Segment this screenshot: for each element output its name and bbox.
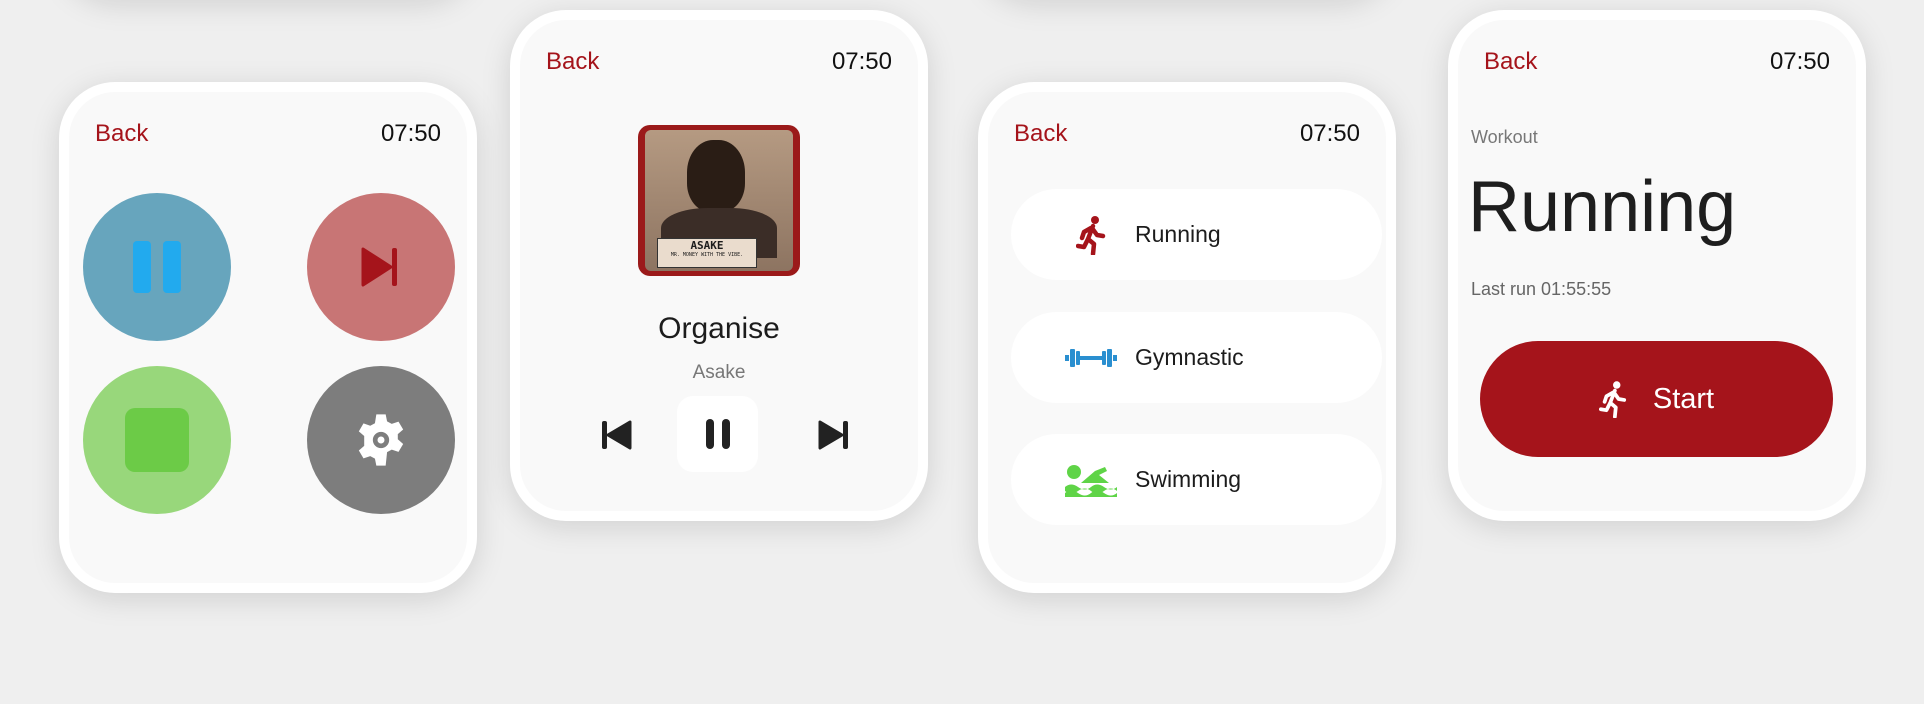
skip-back-icon	[602, 420, 632, 450]
settings-button[interactable]	[307, 366, 455, 514]
workout-item-swimming[interactable]: Swimming	[1011, 434, 1382, 525]
running-icon	[1598, 381, 1626, 418]
dumbbell-icon	[1061, 347, 1121, 369]
pause-button[interactable]	[83, 193, 231, 341]
back-button[interactable]: Back	[1484, 48, 1537, 76]
running-icon	[1061, 215, 1121, 255]
back-button[interactable]: Back	[546, 48, 599, 76]
next-track-button[interactable]	[307, 193, 455, 341]
stop-icon	[125, 408, 189, 472]
song-title: Organise	[658, 312, 780, 345]
workout-item-running[interactable]: Running	[1011, 189, 1382, 280]
workout-item-gymnastic[interactable]: Gymnastic	[1011, 312, 1382, 403]
clock: 07:50	[380, 120, 441, 147]
artist-name: Asake	[692, 362, 746, 383]
previous-button[interactable]	[602, 420, 632, 455]
clock: 07:50	[1299, 120, 1360, 147]
last-run-label: Last run 01:55:55	[1471, 279, 1612, 299]
gear-icon	[358, 414, 404, 466]
pause-icon	[705, 419, 730, 449]
workout-list-screen: Back 07:50 Running Gymnastic Swimming	[978, 82, 1396, 593]
swimming-icon	[1061, 463, 1121, 497]
workout-detail-screen: Back 07:50 Workout Running Last run 01:5…	[1448, 10, 1866, 521]
back-button[interactable]: Back	[95, 120, 148, 148]
clock: 07:50	[1769, 48, 1830, 75]
stop-button[interactable]	[83, 366, 231, 514]
pause-icon	[133, 241, 181, 293]
start-button[interactable]: Start	[1480, 341, 1833, 457]
back-button[interactable]: Back	[1014, 120, 1067, 148]
next-button[interactable]	[818, 420, 848, 455]
now-playing-screen: Back 07:50 ASAKE MR. MONEY WITH THE VIBE…	[510, 10, 928, 521]
controls-screen: Back 07:50	[59, 82, 477, 593]
skip-forward-icon	[818, 420, 848, 450]
section-label: Workout	[1471, 127, 1538, 147]
album-art: ASAKE MR. MONEY WITH THE VIBE.	[638, 125, 800, 276]
skip-forward-icon	[361, 247, 397, 287]
clock: 07:50	[831, 48, 892, 75]
play-pause-button[interactable]	[677, 396, 758, 472]
workout-title: Running	[1468, 167, 1737, 247]
